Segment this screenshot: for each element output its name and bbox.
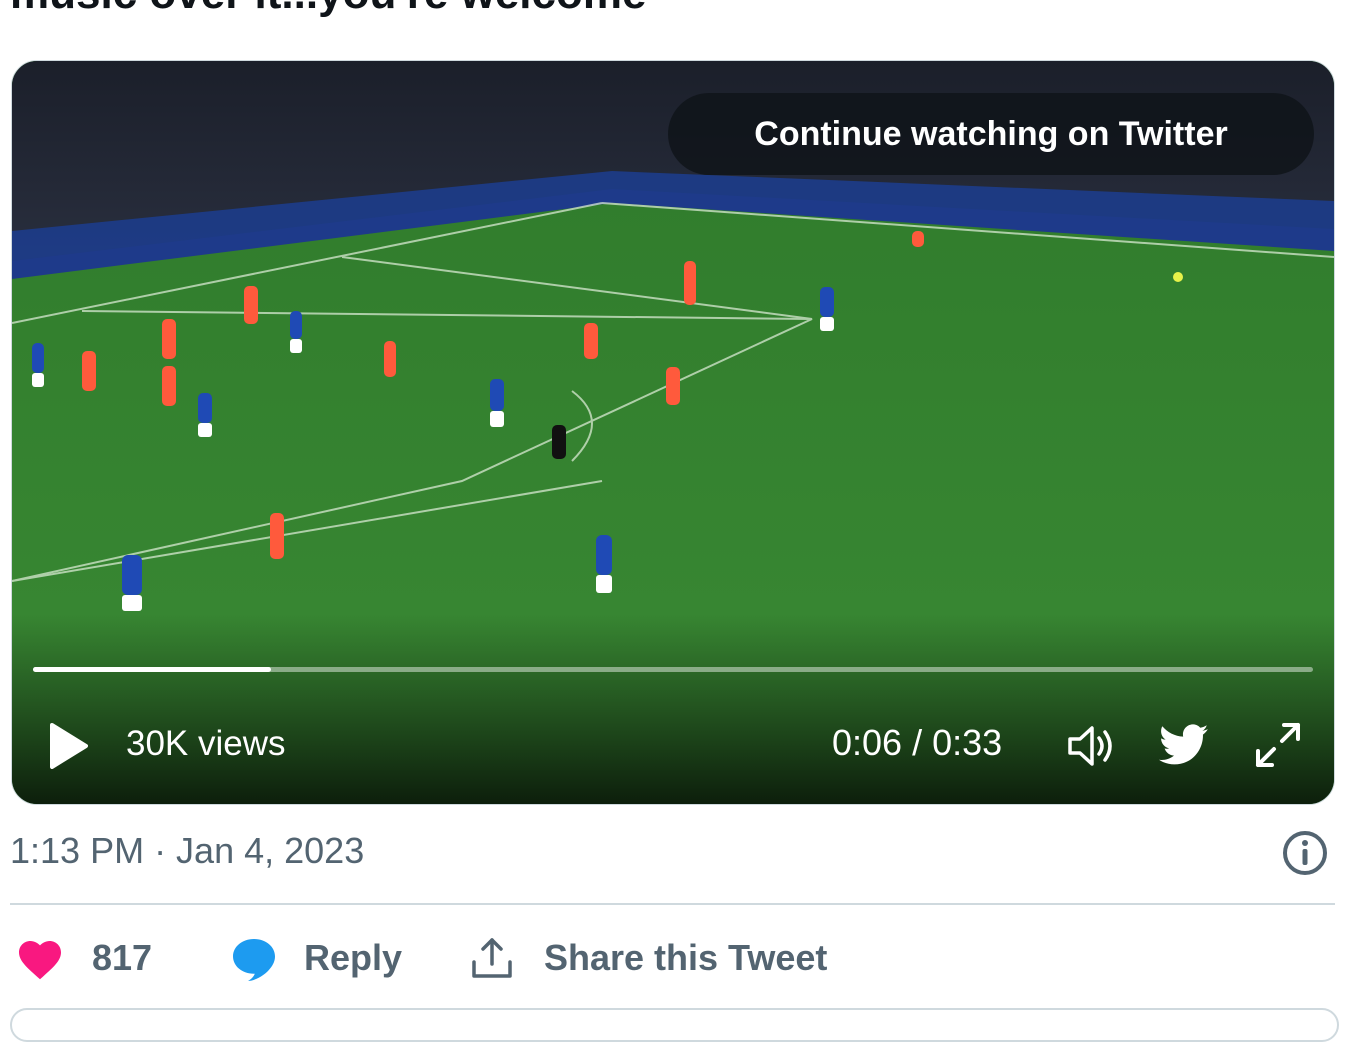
reply-label[interactable]: Reply bbox=[304, 936, 402, 980]
reply-button[interactable] bbox=[230, 936, 278, 982]
divider bbox=[10, 903, 1335, 905]
next-card-edge bbox=[10, 1008, 1339, 1042]
share-label[interactable]: Share this Tweet bbox=[544, 936, 827, 980]
twitter-button[interactable] bbox=[1157, 721, 1211, 769]
upload-share-icon bbox=[472, 938, 512, 978]
twitter-bird-icon bbox=[1159, 724, 1209, 765]
video-player[interactable]: Continue watching on Twitter 30K views 0… bbox=[11, 60, 1335, 805]
tweet-text: music over it...you're welcome bbox=[10, 0, 646, 16]
share-button[interactable] bbox=[470, 936, 514, 980]
play-icon bbox=[50, 723, 88, 769]
volume-icon bbox=[1068, 726, 1112, 766]
tweet-timestamp[interactable]: 1:13 PM · Jan 4, 2023 bbox=[10, 830, 364, 872]
play-button[interactable] bbox=[44, 722, 92, 770]
video-progress-fill bbox=[33, 667, 272, 672]
continue-watching-button[interactable]: Continue watching on Twitter bbox=[668, 93, 1314, 175]
volume-button[interactable] bbox=[1065, 722, 1117, 770]
video-progress-bar[interactable] bbox=[33, 667, 1313, 672]
video-time: 0:06 / 0:33 bbox=[832, 722, 1003, 763]
info-button[interactable] bbox=[1282, 830, 1328, 876]
fullscreen-button[interactable] bbox=[1252, 720, 1304, 770]
heart-icon bbox=[19, 941, 61, 980]
like-count: 817 bbox=[92, 937, 153, 978]
info-icon bbox=[1283, 831, 1327, 875]
video-controls: 30K views 0:06 / 0:33 bbox=[12, 716, 1334, 776]
continue-watching-label: Continue watching on Twitter bbox=[754, 114, 1228, 153]
speech-bubble-icon bbox=[233, 939, 275, 981]
tweet-actions: 817 Reply Share this Tweet bbox=[0, 930, 1350, 990]
view-count: 30K views bbox=[126, 724, 286, 763]
expand-icon bbox=[1256, 723, 1300, 767]
like-button[interactable] bbox=[16, 936, 64, 980]
